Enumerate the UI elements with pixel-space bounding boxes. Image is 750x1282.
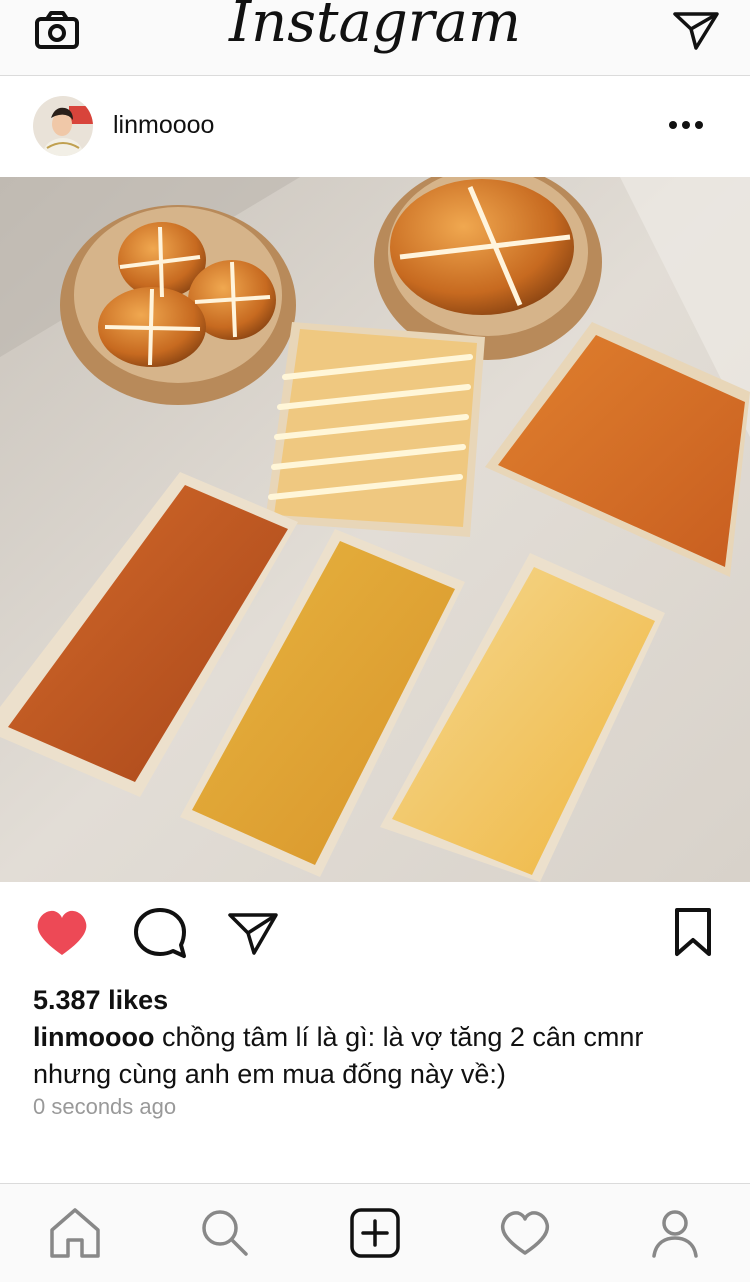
caption-username[interactable]: linmoooo <box>33 1022 154 1052</box>
instagram-logo: Instagram <box>229 0 521 55</box>
post-header: linmoooo <box>0 77 750 175</box>
person-icon[interactable] <box>646 1204 704 1262</box>
search-icon[interactable] <box>196 1204 254 1262</box>
like-count[interactable]: 5.387 likes <box>33 985 168 1016</box>
bottom-nav <box>0 1183 750 1282</box>
post-actions <box>0 883 750 983</box>
home-icon[interactable] <box>46 1204 104 1262</box>
post-timestamp: 0 seconds ago <box>33 1094 177 1119</box>
plus-square-icon[interactable] <box>346 1204 404 1262</box>
post-photo[interactable] <box>0 177 750 882</box>
top-bar: Instagram <box>0 0 750 76</box>
post-username[interactable]: linmoooo <box>113 111 214 140</box>
comment-icon[interactable] <box>130 903 190 963</box>
heart-outline-icon[interactable] <box>496 1204 554 1262</box>
heart-icon[interactable] <box>32 903 92 963</box>
bookmark-icon[interactable] <box>664 903 724 963</box>
paper-plane-icon[interactable] <box>672 8 720 52</box>
avatar[interactable] <box>33 96 93 156</box>
post-caption: linmoooo chồng tâm lí là gì: là vợ tăng … <box>33 1019 723 1093</box>
paper-plane-icon[interactable] <box>224 903 284 963</box>
more-horizontal-icon[interactable] <box>665 103 709 147</box>
